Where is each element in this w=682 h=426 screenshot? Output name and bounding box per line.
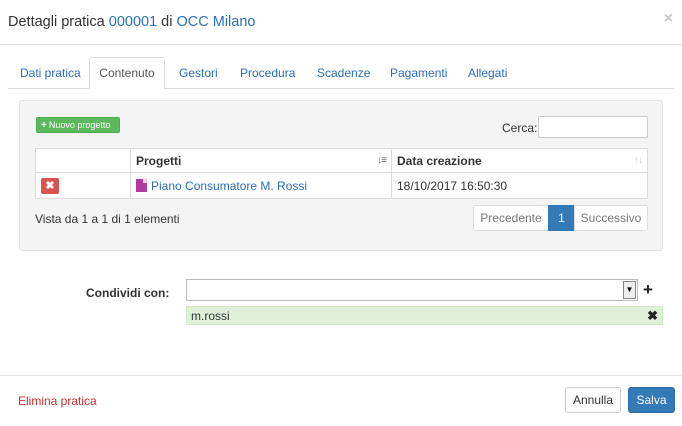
add-user-button[interactable]: + [643,279,653,301]
shared-user-name: m.rossi [191,309,230,323]
pagination-previous-button[interactable]: Precedente [473,205,549,231]
tab-dati-pratica[interactable]: Dati pratica [20,57,81,89]
row-actions-cell: ✖ [35,172,131,199]
modal-header: Dettagli pratica 000001 di OCC Milano × [0,0,682,45]
title-mid: di [157,14,177,30]
close-icon[interactable]: × [664,11,673,27]
delete-row-button[interactable]: ✖ [41,177,59,194]
tab-contenuto[interactable]: Contenuto [89,57,165,90]
tab-procedura[interactable]: Procedura [240,57,295,89]
table-info-text: Vista da 1 a 1 di 1 elementi [35,212,180,226]
search-label: Cerca: [502,121,538,135]
share-user-select[interactable]: ▼ [186,279,638,301]
column-header-data-creazione-label: Data creazione [397,153,482,168]
pagination-page-1[interactable]: 1 [548,205,575,231]
column-header-progetti-label: Progetti [136,153,182,168]
document-icon [136,178,147,192]
remove-user-icon[interactable]: ✖ [647,308,658,324]
chevron-down-icon[interactable]: ▼ [623,281,636,299]
table-header-row: Progetti ↓≡ Data creazione ↑↓ [35,148,648,173]
tab-gestori[interactable]: Gestori [179,57,218,89]
new-project-button[interactable]: + Nuovo progetto [36,117,120,133]
organization-link[interactable]: OCC Milano [176,14,255,30]
tab-scadenze[interactable]: Scadenze [317,57,370,89]
new-project-label: Nuovo progetto [48,120,111,130]
row-project-cell: Piano Consumatore M. Rossi [130,172,392,199]
project-link[interactable]: Piano Consumatore M. Rossi [151,179,307,193]
shared-user-item: m.rossi ✖ [186,306,663,325]
search-input[interactable] [538,116,648,138]
share-label: Condividi con: [86,286,170,300]
save-button[interactable]: Salva [628,387,675,413]
title-prefix: Dettagli pratica [8,14,109,30]
sort-both-icon[interactable]: ↑↓ [634,155,643,166]
practice-id-link[interactable]: 000001 [109,14,157,30]
column-header-data-creazione[interactable]: Data creazione ↑↓ [391,148,648,173]
projects-table: Progetti ↓≡ Data creazione ↑↓ ✖ Piano Co… [35,148,648,199]
footer-divider [0,375,682,376]
row-created-cell: 18/10/2017 16:50:30 [391,172,648,199]
tab-allegati[interactable]: Allegati [468,57,507,89]
tab-pagamenti[interactable]: Pagamenti [390,57,447,89]
plus-icon: + [41,120,47,131]
pagination-next-button[interactable]: Successivo [574,205,648,231]
sort-desc-icon[interactable]: ↓≡ [377,155,387,166]
table-row: ✖ Piano Consumatore M. Rossi 18/10/2017 … [35,172,648,199]
column-header-actions [35,148,131,173]
tab-bar: Dati pratica Contenuto Gestori Procedura… [8,57,674,90]
cancel-button[interactable]: Annulla [565,387,621,413]
column-header-progetti[interactable]: Progetti ↓≡ [130,148,392,173]
delete-practice-link[interactable]: Elimina pratica [18,394,97,408]
modal-title: Dettagli pratica 000001 di OCC Milano [8,14,255,30]
